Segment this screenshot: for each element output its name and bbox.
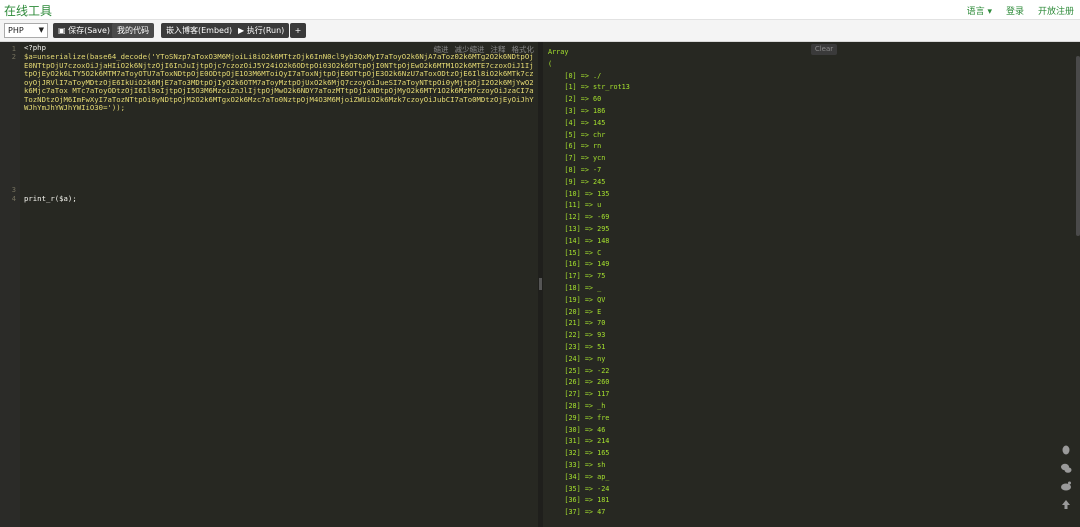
add-button[interactable]: +	[290, 23, 306, 38]
run-button[interactable]: ▶ 执行(Run)	[233, 23, 290, 38]
output-line: [35] => -24	[548, 484, 610, 493]
output-line: [10] => 135	[548, 189, 610, 198]
output-line: [31] => 214	[548, 437, 610, 446]
output-line: [4] => 145	[548, 118, 606, 127]
top-bar: 在线工具 语言 ▾ 登录 开放注册	[0, 0, 1080, 20]
output-line: [6] => rn	[548, 142, 602, 151]
output-line: (	[548, 59, 553, 68]
nav-login[interactable]: 登录	[1006, 4, 1024, 17]
output-line: [26] => 260	[548, 378, 610, 387]
chevron-down-icon: ▼	[38, 26, 44, 34]
output-line: [15] => C	[548, 248, 602, 257]
output-line: Array	[548, 48, 569, 56]
play-icon: ▶	[238, 26, 247, 35]
save-label: 保存(Save)	[68, 26, 110, 35]
line-number: 1	[11, 45, 16, 53]
output-line: [12] => -69	[548, 213, 610, 222]
output-line: [36] => 181	[548, 496, 610, 505]
code-line-2: $a=unserialize(base64_decode('YToSNzp7aT…	[24, 53, 534, 112]
output-line: [23] => 51	[548, 343, 606, 351]
output-line: [17] => 75	[548, 272, 606, 281]
output-line: [0] => ./	[548, 71, 602, 80]
nav-language[interactable]: 语言 ▾	[967, 4, 992, 17]
language-select[interactable]: PHP ▼	[4, 23, 48, 38]
top-nav: 语言 ▾ 登录 开放注册	[967, 4, 1074, 17]
line-number-gutter: 1 2 3 4	[0, 42, 20, 527]
output-line: [28] => _h	[548, 402, 606, 410]
side-share-icons	[1060, 444, 1072, 510]
code-line-1: <?php	[24, 43, 46, 52]
run-label: 执行(Run)	[246, 26, 285, 35]
line-number: 2	[11, 53, 16, 61]
output-line: [18] => _	[548, 284, 602, 292]
output-line: [20] => E	[548, 307, 602, 316]
output-line: [29] => fre	[548, 413, 610, 422]
my-code-button[interactable]: 我的代码	[112, 23, 154, 38]
output-line: [9] => 245	[548, 177, 606, 186]
line-number: 4	[11, 195, 16, 203]
save-icon: ▣	[58, 26, 69, 35]
language-select-value: PHP	[8, 26, 24, 35]
output-line: [25] => -22	[548, 366, 610, 375]
output-line: [27] => 117	[548, 390, 610, 399]
weibo-icon[interactable]	[1060, 480, 1072, 492]
save-button[interactable]: ▣ 保存(Save)	[53, 23, 115, 38]
output-line: [1] => str_rot13	[548, 83, 630, 92]
output-line: [19] => QV	[548, 295, 606, 304]
qq-icon[interactable]	[1060, 444, 1072, 456]
code-line-4: print_r($a);	[24, 194, 77, 203]
site-brand[interactable]: 在线工具	[4, 2, 52, 19]
output-line: [7] => ycn	[548, 154, 606, 163]
output-line: [2] => 60	[548, 95, 602, 104]
output-scrollbar[interactable]	[1076, 56, 1080, 236]
output-line: [16] => 149	[548, 260, 610, 269]
embed-button[interactable]: 嵌入博客(Embed)	[161, 23, 238, 38]
output-line: [30] => 46	[548, 425, 606, 434]
code-editor[interactable]: 1 2 3 4 缩进 减少缩进 注释 格式化 <?php $a=unserial…	[0, 42, 538, 527]
output-line: [24] => ny	[548, 354, 606, 363]
output-line: [3] => 186	[548, 107, 606, 115]
back-to-top-icon[interactable]	[1060, 498, 1072, 510]
output-line: [14] => 148	[548, 236, 610, 245]
output-line: [22] => 93	[548, 331, 606, 340]
editor-toolbar: PHP ▼ ▣ 保存(Save) 我的代码 嵌入博客(Embed) ▶ 执行(R…	[0, 20, 1080, 42]
clear-button[interactable]: Clear	[811, 44, 837, 55]
splitter-grip[interactable]	[539, 278, 542, 290]
output-line: [37] => 47	[548, 508, 606, 517]
output-line: [33] => sh	[548, 461, 606, 469]
nav-register[interactable]: 开放注册	[1038, 4, 1074, 17]
output-line: [8] => -7	[548, 166, 602, 174]
output-line: [13] => 295	[548, 225, 610, 233]
output-line: [34] => ap_	[548, 472, 610, 481]
output-line: [5] => chr	[548, 130, 606, 139]
wechat-icon[interactable]	[1060, 462, 1072, 474]
line-number: 3	[11, 186, 16, 194]
output-line: [11] => u	[548, 201, 602, 210]
output-line: [32] => 165	[548, 449, 610, 458]
output-pane: Clear Array( [0] => ./ [1] => str_rot13 …	[543, 42, 1080, 527]
output-line: [21] => 70	[548, 319, 606, 328]
